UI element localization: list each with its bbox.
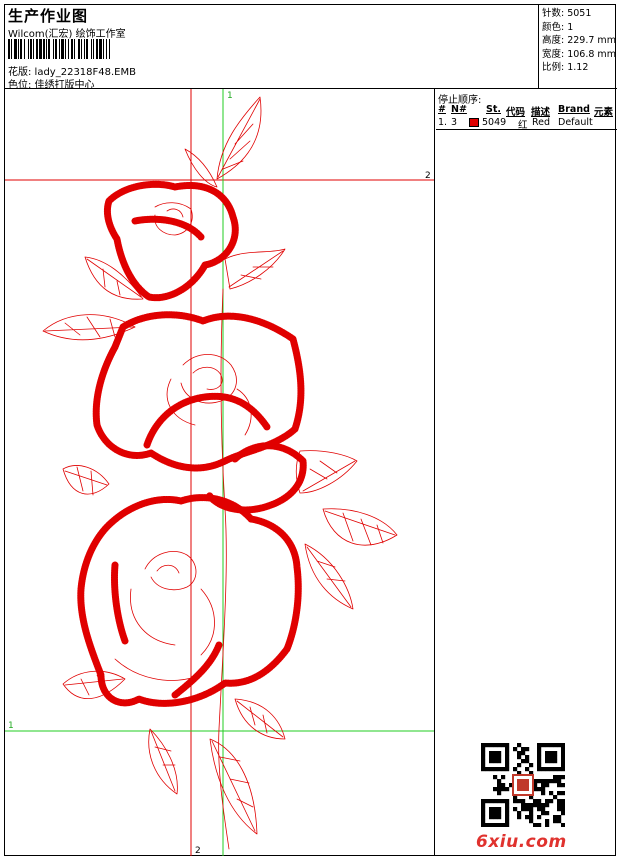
page-title: 生产作业图 <box>8 7 89 25</box>
barcode <box>8 39 110 59</box>
stitch-count: 针数: 5051 <box>542 8 592 19</box>
stop-brand: Default <box>558 117 593 128</box>
design-height: 高度: 229.7 mm <box>542 35 616 46</box>
guide-label-h1: 1 <box>8 721 14 731</box>
rose-embroidery <box>42 96 398 850</box>
guide-label-h2: 2 <box>425 171 431 181</box>
stop-sequence-panel: 停止顺序: # N# St. 代码 描述 Brand 元素 1. 3 5049 … <box>436 89 617 856</box>
leaves <box>42 96 398 850</box>
qr-code <box>481 743 565 827</box>
stop-row: 1. 3 5049 红 Red Default <box>436 116 617 131</box>
design-scale: 比例: 1.12 <box>542 62 589 73</box>
satin-petals <box>77 180 307 707</box>
stop-sequence-header: # N# St. 代码 描述 Brand 元素 <box>436 103 617 118</box>
col-stitches: St. <box>486 104 501 115</box>
col-needle: N# <box>451 104 467 115</box>
header: 生产作业图 Wilcom(汇宏) 绘饰工作室 花版: lady_22318F48… <box>5 5 617 91</box>
stop-stitches: 5049 <box>482 117 507 128</box>
stop-description: Red <box>532 117 551 128</box>
embroidery-drawing: 1 2 1 2 <box>5 89 434 856</box>
production-sheet: 生产作业图 Wilcom(汇宏) 绘饰工作室 花版: lady_22318F48… <box>4 4 617 856</box>
watermark-site: 6xiu.com <box>476 832 567 852</box>
stop-number: 1. <box>438 117 448 128</box>
stop-code: 红 <box>518 120 528 131</box>
header-left: 生产作业图 Wilcom(汇宏) 绘饰工作室 花版: lady_22318F48… <box>5 5 539 91</box>
col-brand: Brand <box>558 104 590 115</box>
col-index: # <box>438 104 446 115</box>
company-name: Wilcom(汇宏) 绘饰工作室 <box>8 29 126 40</box>
guide-label-v1: 1 <box>227 91 233 101</box>
design-width: 宽度: 106.8 mm <box>542 48 616 60</box>
rose-details <box>114 202 252 681</box>
design-preview: 1 2 1 2 <box>5 89 435 856</box>
thread-color-swatch <box>469 118 479 127</box>
stop-needle: 3 <box>451 117 458 128</box>
color-count: 颜色: 1 <box>542 21 574 33</box>
guide-label-v2: 2 <box>195 846 201 856</box>
design-info-panel: 针数: 5051 颜色: 1 高度: 229.7 mm 宽度: 106.8 mm… <box>540 5 616 88</box>
